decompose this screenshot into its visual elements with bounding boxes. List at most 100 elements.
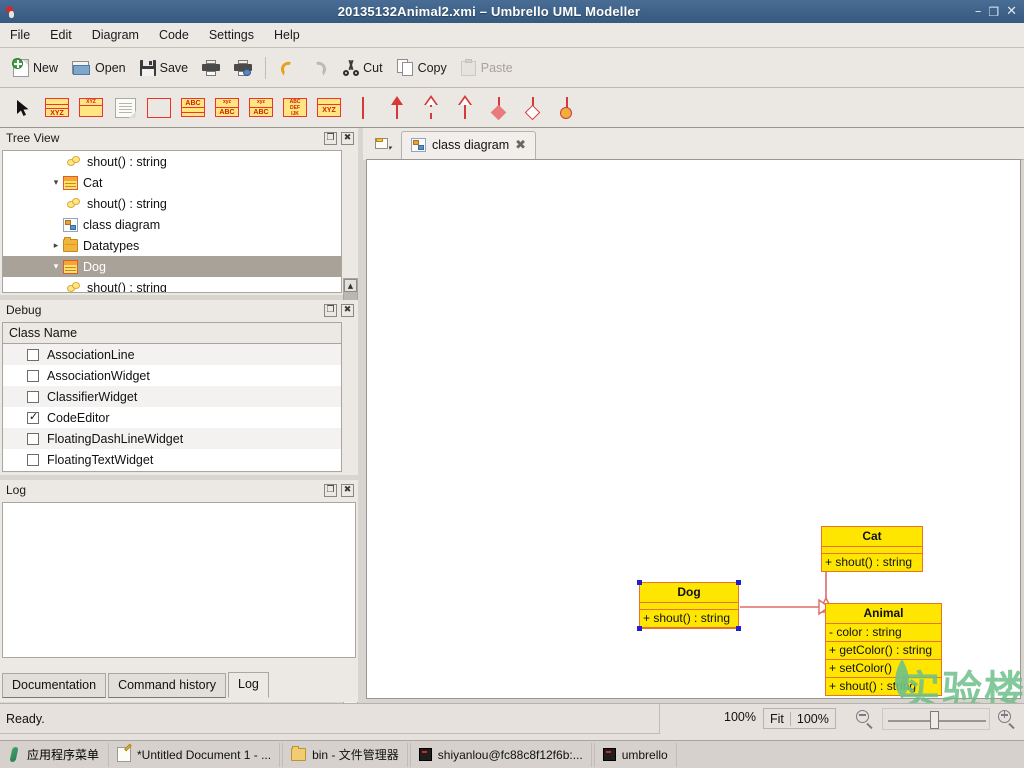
- cut-button[interactable]: Cut: [336, 56, 389, 80]
- window-title: 20135132Animal2.xmi – Umbrello UML Model…: [337, 4, 641, 19]
- uml-class-animal[interactable]: Animal - color : string + getColor() : s…: [825, 603, 942, 696]
- tree-view-titlebar: Tree View ❐ ✖: [0, 128, 358, 148]
- uml-class-dog[interactable]: Dog + shout() : string: [637, 580, 741, 631]
- directed-association-icon[interactable]: [380, 93, 414, 123]
- resize-handle-br[interactable]: [736, 626, 741, 631]
- debug-row-associationline[interactable]: AssociationLine: [3, 344, 341, 365]
- association-icon[interactable]: [346, 93, 380, 123]
- resize-handle-tr[interactable]: [736, 580, 741, 585]
- enum-icon[interactable]: xyz ABC: [244, 93, 278, 123]
- checkbox-checked[interactable]: [27, 410, 39, 424]
- minimize-button[interactable]: –: [975, 5, 982, 18]
- containment-icon[interactable]: [550, 93, 584, 123]
- diagram-canvas[interactable]: Cat + shout() : string Dog + shout() : s…: [366, 159, 1021, 699]
- tree-view-close-icon[interactable]: ✖: [341, 131, 354, 145]
- checkbox[interactable]: [27, 390, 39, 403]
- tree-item-shout-1[interactable]: shout() : string: [3, 151, 341, 172]
- debug-list[interactable]: Class Name AssociationLine AssociationWi…: [2, 322, 342, 472]
- zoom-in-icon[interactable]: [998, 710, 1015, 730]
- close-button[interactable]: ✕: [1006, 5, 1017, 18]
- taskbar-item-file-manager[interactable]: bin - 文件管理器: [282, 742, 408, 767]
- tree-item-class-diagram[interactable]: class diagram: [3, 214, 341, 235]
- tree-item-shout-3[interactable]: shout() : string: [3, 277, 341, 292]
- debug-row-floatingtextwidget[interactable]: FloatingTextWidget: [3, 449, 341, 470]
- box-icon[interactable]: [142, 93, 176, 123]
- menu-code[interactable]: Code: [149, 25, 199, 45]
- tab-log[interactable]: Log: [228, 672, 269, 698]
- resize-handle-bl[interactable]: [637, 626, 642, 631]
- new-button[interactable]: New: [6, 55, 65, 81]
- zoom-100-button[interactable]: 100%: [791, 710, 835, 728]
- redo-button[interactable]: [304, 56, 336, 80]
- application-menu-button[interactable]: 应用程序菜单: [0, 746, 107, 763]
- undo-button[interactable]: [272, 56, 304, 80]
- uml-class-cat[interactable]: Cat + shout() : string: [821, 526, 923, 572]
- resize-handle-tl[interactable]: [637, 580, 642, 585]
- tree-item-datatypes[interactable]: ▸ Datatypes: [3, 235, 341, 256]
- debug-float-icon[interactable]: ❐: [324, 303, 337, 317]
- taskbar-item-umbrello[interactable]: umbrello: [593, 742, 677, 767]
- interface-icon[interactable]: ABC: [176, 93, 210, 123]
- paste-button[interactable]: Paste: [454, 55, 520, 80]
- tree-item-dog[interactable]: ▾ Dog: [3, 256, 341, 277]
- scroll-up-icon[interactable]: ▲: [344, 279, 357, 292]
- print-preview-button[interactable]: [227, 56, 259, 80]
- menu-diagram[interactable]: Diagram: [82, 25, 149, 45]
- aggregation-icon[interactable]: [516, 93, 550, 123]
- tree-view-list[interactable]: shout() : string ▾ Cat shout() : string …: [2, 150, 342, 293]
- debug-row-associationwidget[interactable]: AssociationWidget: [3, 365, 341, 386]
- tree-item-cat[interactable]: ▾ Cat: [3, 172, 341, 193]
- tab-list-menu-button[interactable]: ▾: [368, 133, 398, 157]
- class-name: Animal: [826, 604, 941, 624]
- tab-close-icon[interactable]: ✖: [515, 139, 526, 152]
- zoom-slider[interactable]: [882, 708, 990, 730]
- taskbar-item-terminal[interactable]: shiyanlou@fc88c8f12f6b:...: [409, 742, 592, 767]
- checkbox[interactable]: [27, 369, 39, 382]
- entity-icon[interactable]: ABC DEF IJK: [278, 93, 312, 123]
- debug-row-classifierwidget[interactable]: ClassifierWidget: [3, 386, 341, 407]
- menu-file[interactable]: File: [0, 25, 40, 45]
- menu-settings[interactable]: Settings: [199, 25, 264, 45]
- attributes-section: [822, 547, 922, 554]
- class-icon[interactable]: XYZ: [40, 93, 74, 123]
- log-float-icon[interactable]: ❐: [324, 483, 337, 497]
- copy-button[interactable]: Copy: [390, 55, 454, 80]
- select-cursor-icon[interactable]: [6, 93, 40, 123]
- taskbar-item-text-editor[interactable]: *Untitled Document 1 - ...: [108, 742, 281, 767]
- menu-edit[interactable]: Edit: [40, 25, 82, 45]
- tab-command-history[interactable]: Command history: [108, 673, 227, 698]
- checkbox[interactable]: [27, 432, 39, 445]
- generalization-icon[interactable]: [448, 93, 482, 123]
- copy-button-label: Copy: [417, 60, 447, 75]
- tree-item-label: shout() : string: [87, 154, 167, 169]
- maximize-button[interactable]: ❐: [988, 6, 999, 18]
- tab-documentation[interactable]: Documentation: [2, 673, 107, 698]
- tree-view-float-icon[interactable]: ❐: [324, 131, 337, 145]
- log-text-area[interactable]: [2, 502, 356, 658]
- zoom-out-icon[interactable]: [856, 710, 873, 730]
- chevron-right-icon[interactable]: ▸: [49, 241, 63, 251]
- save-button[interactable]: Save: [133, 56, 196, 80]
- debug-row-codeeditor[interactable]: CodeEditor: [3, 407, 341, 428]
- checkbox[interactable]: [27, 348, 39, 361]
- chevron-down-icon[interactable]: ▾: [49, 178, 63, 188]
- menu-help[interactable]: Help: [264, 25, 310, 45]
- zoom-fit-button[interactable]: Fit: [764, 710, 790, 728]
- tab-class-diagram[interactable]: class diagram ✖: [401, 131, 537, 160]
- tree-item-shout-2[interactable]: shout() : string: [3, 193, 341, 214]
- chevron-down-icon[interactable]: ▾: [49, 262, 63, 272]
- note-icon[interactable]: [108, 93, 142, 123]
- debug-close-icon[interactable]: ✖: [341, 303, 354, 317]
- package-icon[interactable]: XYZ: [312, 93, 346, 123]
- app-icon: [3, 3, 21, 21]
- debug-row-floatingdashlinewidget[interactable]: FloatingDashLineWidget: [3, 428, 341, 449]
- actor-icon[interactable]: XYZ: [74, 93, 108, 123]
- debug-column-header[interactable]: Class Name: [3, 323, 341, 344]
- datatype-icon[interactable]: xyz ABC: [210, 93, 244, 123]
- composition-icon[interactable]: [482, 93, 516, 123]
- dependency-icon[interactable]: [414, 93, 448, 123]
- checkbox[interactable]: [27, 453, 39, 466]
- open-button[interactable]: Open: [65, 56, 133, 80]
- print-button[interactable]: [195, 56, 227, 80]
- log-close-icon[interactable]: ✖: [341, 483, 354, 497]
